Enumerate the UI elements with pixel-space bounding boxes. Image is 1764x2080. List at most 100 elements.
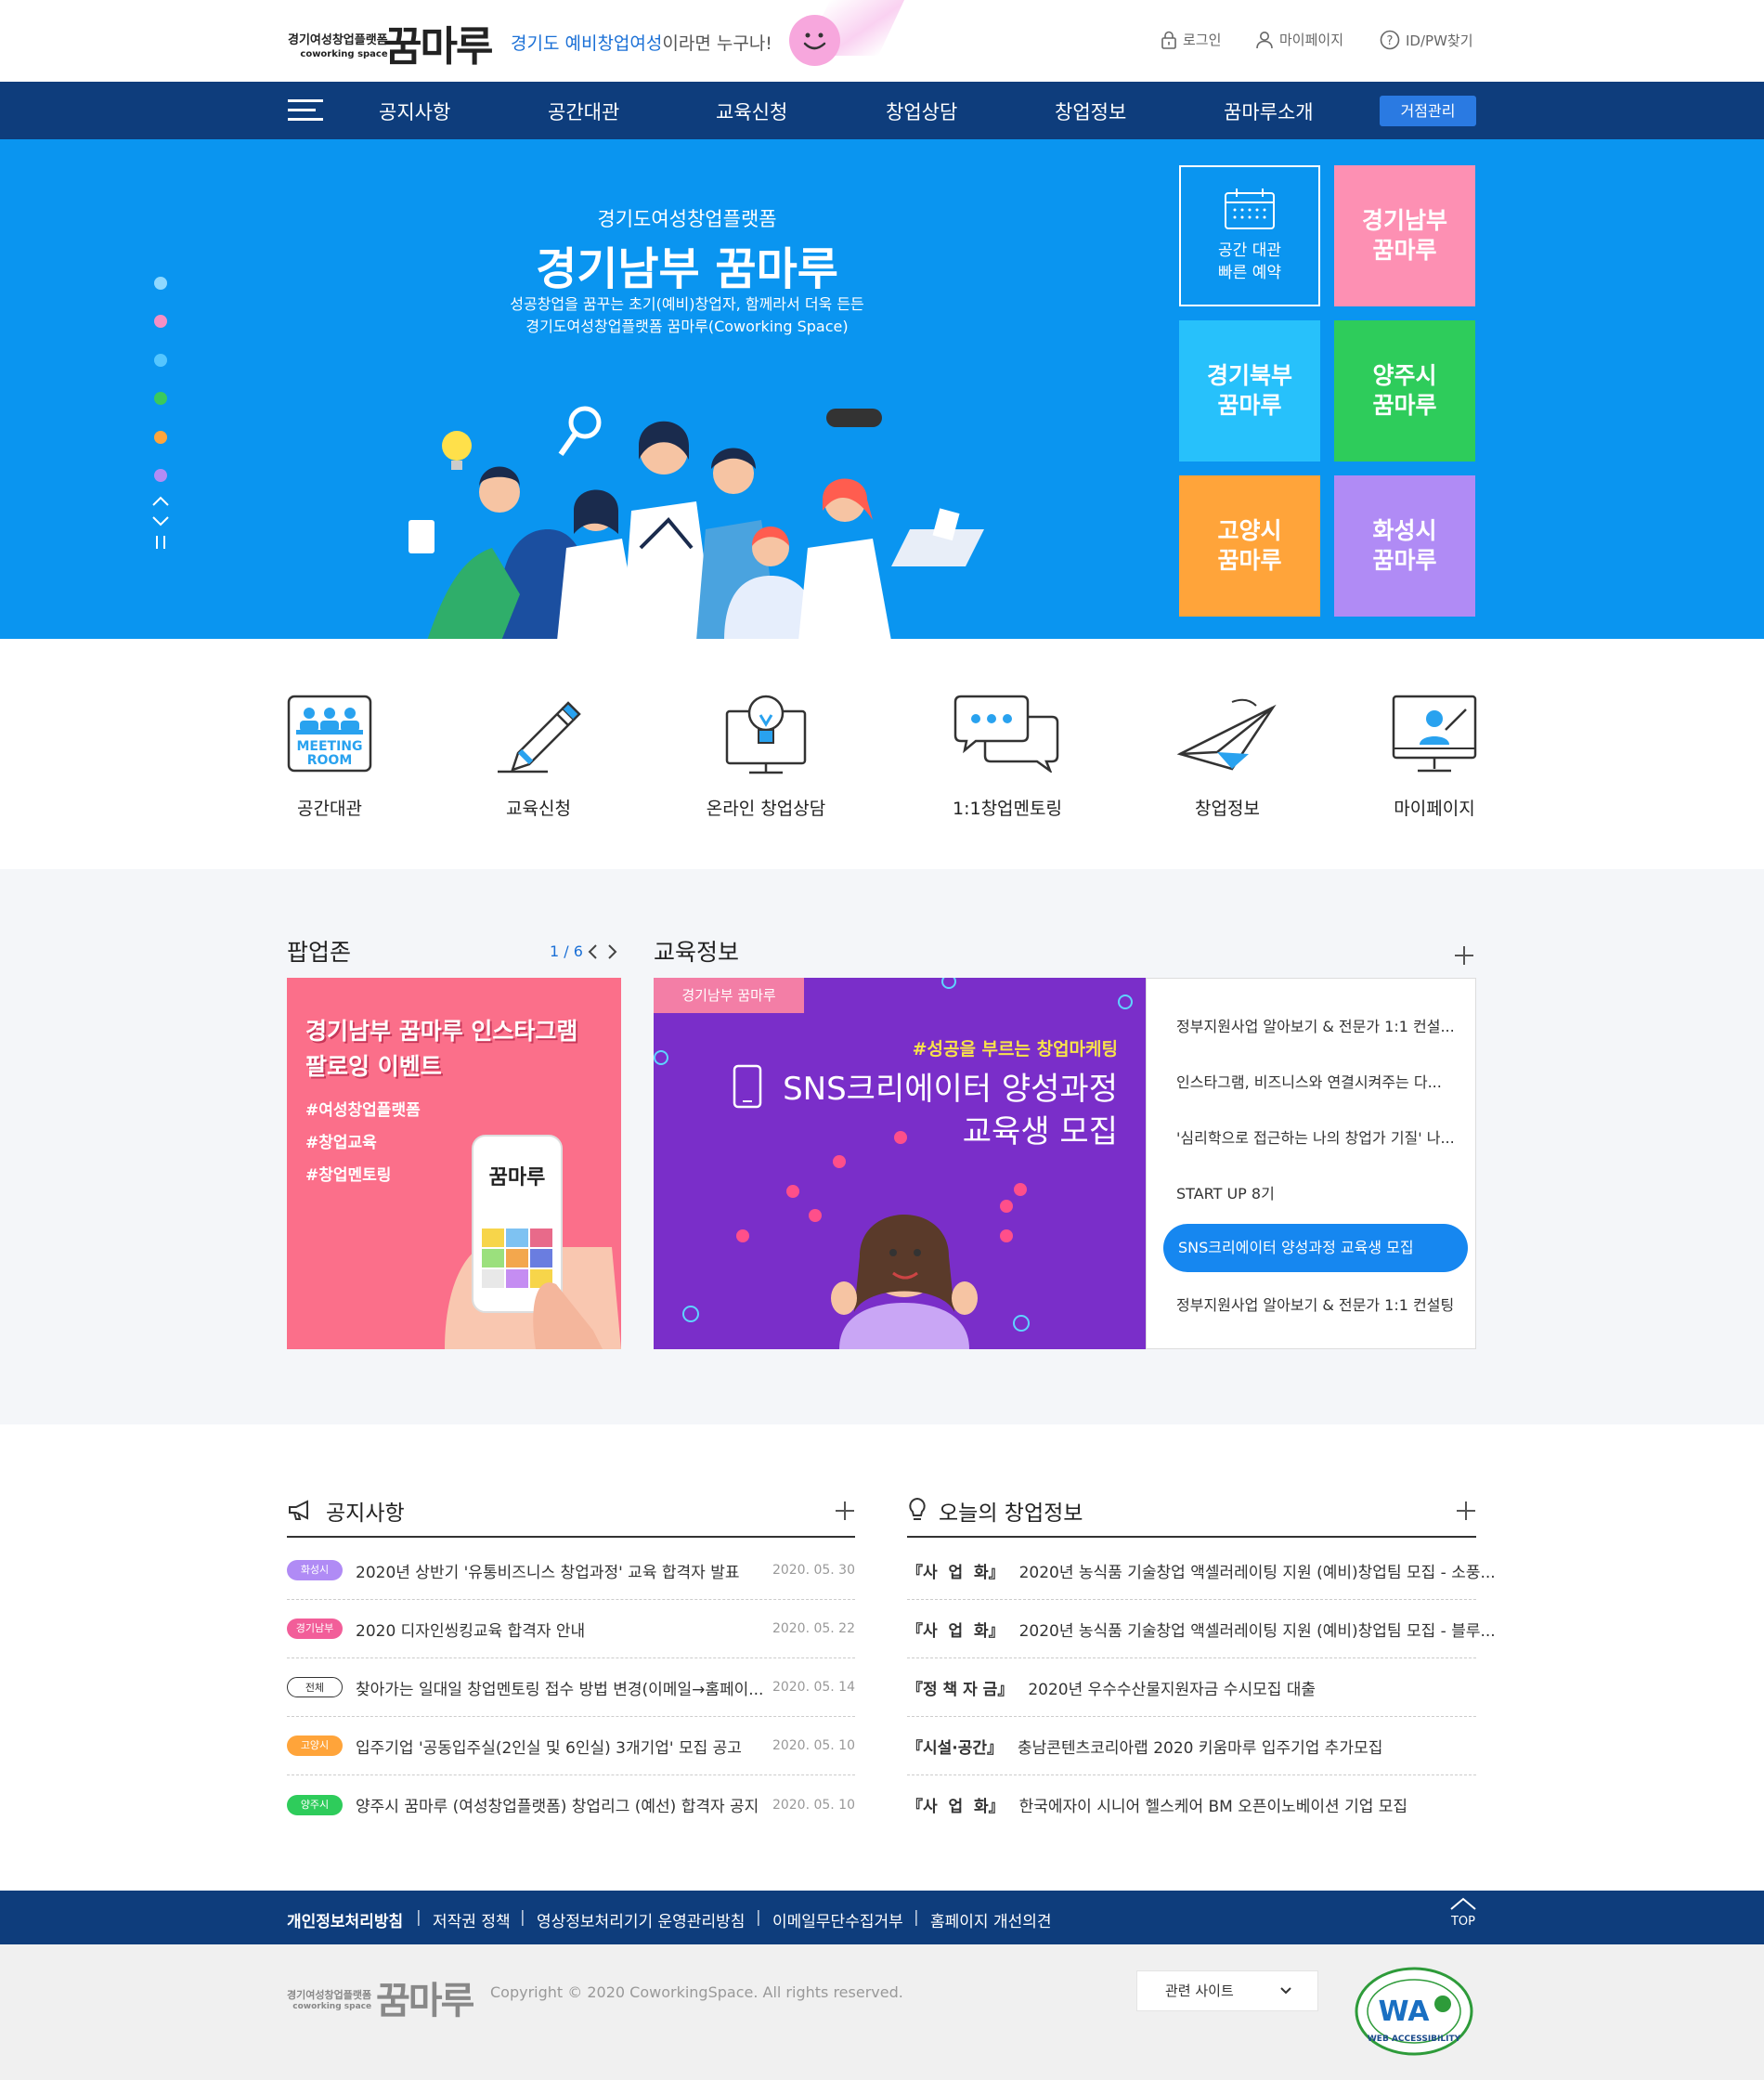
nav-item-education[interactable]: 교육신청 xyxy=(716,98,787,125)
svg-text:WA: WA xyxy=(1379,1996,1431,2028)
quick-link-space-rental[interactable]: MEETING ROOM 공간대관 xyxy=(237,689,422,820)
startup-info-row[interactable]: 『사 업 화』 2020년 농식품 기술창업 액셀러레이팅 지원 (예비)창업팀 … xyxy=(907,1541,1496,1600)
related-sites-label: 관련 사이트 xyxy=(1165,1982,1234,1999)
svg-text:MEETING: MEETING xyxy=(296,739,362,754)
person-icon xyxy=(1256,31,1273,48)
quick-link-online-consulting[interactable]: 온라인 창업상담 xyxy=(673,689,859,820)
calendar-icon xyxy=(1225,188,1275,229)
login-link[interactable]: 로그인 xyxy=(1161,30,1221,49)
chevron-right-icon[interactable] xyxy=(605,943,618,960)
footer-link-cctv[interactable]: 영상정보처리기기 운영관리방침 xyxy=(537,1908,745,1931)
footer-logo: 꿈마루 xyxy=(376,1979,474,2022)
quick-link-label: 창업정보 xyxy=(1195,799,1260,819)
web-accessibility-mark: WA WEB ACCESSIBILITY xyxy=(1355,1967,1473,2056)
tile-hwaseong[interactable]: 화성시꿈마루 xyxy=(1334,475,1475,617)
notice-row[interactable]: 고양시 입주기업 '공동입주실(2인실 및 6인실) 3개기업' 모집 공고 202… xyxy=(287,1717,855,1775)
notice-title: 양주시 꿈마루 (여성창업플랫폼) 창업리그 (예선) 합격자 공지 xyxy=(356,1798,759,1816)
startup-category: 『정 책 자 금』 xyxy=(907,1680,1014,1699)
nav-item-consulting[interactable]: 창업상담 xyxy=(886,98,957,125)
startup-info-header: 오늘의 창업정보 xyxy=(907,1493,1476,1538)
education-list-item-active[interactable]: SNS크리에이터 양성과정 교육생 모집 xyxy=(1163,1224,1468,1272)
hero-description-line1: 성공창업을 꿈꾸는 초기(예비)창업자, 함께라서 더욱 든든 xyxy=(510,295,864,313)
notice-row[interactable]: 양주시 양주시 꿈마루 (여성창업플랫폼) 창업리그 (예선) 합격자 공지 202… xyxy=(287,1775,855,1834)
mypage-link[interactable]: 마이페이지 xyxy=(1255,30,1343,49)
tile-label-line2: 빠른 예약 xyxy=(1218,264,1281,282)
logo[interactable]: 꿈마루 xyxy=(384,13,493,72)
startup-info-row[interactable]: 『사 업 화』 2020년 농식품 기술창업 액셀러레이팅 지원 (예비)창업팀 … xyxy=(907,1600,1496,1658)
related-sites-select[interactable]: 관련 사이트 xyxy=(1136,1970,1318,2011)
plus-icon[interactable] xyxy=(1454,945,1474,966)
education-list-item[interactable]: 인스타그램, 비즈니스와 연결시켜주는 다... xyxy=(1176,1070,1442,1092)
tile-gyeonggi-south[interactable]: 경기남부 꿈마루 xyxy=(1334,165,1475,306)
chevron-left-icon[interactable] xyxy=(587,943,600,960)
menu-icon[interactable] xyxy=(288,99,323,122)
chevron-down-icon[interactable] xyxy=(151,514,170,527)
startup-info-row[interactable]: 『시설·공간』 충남콘텐츠코리아랩 2020 키움마루 입주기업 추가모집 xyxy=(907,1717,1476,1775)
category-badge: 경기남부 xyxy=(287,1618,343,1639)
chat-bubbles-icon xyxy=(953,695,1059,773)
education-list-item[interactable]: 정부지원사업 알아보기 & 전문가 1:1 컨설팅 xyxy=(1176,1293,1454,1315)
notice-title: 2020년 상반기 '유통비즈니스 창업과정' 교육 합격자 발표 xyxy=(356,1563,740,1582)
quick-link-education[interactable]: 교육신청 xyxy=(446,689,631,820)
footer-link-copyright[interactable]: 저작권 정책 xyxy=(433,1908,511,1931)
education-list-item[interactable]: START UP 8기 xyxy=(1176,1181,1275,1203)
plus-icon[interactable] xyxy=(1456,1501,1476,1521)
category-badge: 양주시 xyxy=(287,1794,343,1815)
tile-label-line1: 고양시 xyxy=(1217,517,1282,544)
tile-label-line1: 양주시 xyxy=(1372,362,1437,389)
logo-subtitle-line1: 경기여성창업플랫폼 xyxy=(288,33,388,47)
slide-dot-6[interactable] xyxy=(154,469,167,482)
startup-category: 『사 업 화』 xyxy=(907,1563,1005,1582)
popup-banner-tags: #여성창업플랫폼 #창업교육 #창업멘토링 xyxy=(305,1095,421,1192)
tile-gyeonggi-north[interactable]: 경기북부 꿈마루 xyxy=(1179,320,1320,462)
slide-dot-5[interactable] xyxy=(154,431,167,444)
nav-item-space-rental[interactable]: 공간대관 xyxy=(548,98,619,125)
education-info-title: 교육정보 xyxy=(654,939,740,966)
pause-icon[interactable] xyxy=(154,535,167,550)
slide-dot-4[interactable] xyxy=(154,392,167,405)
tile-label-line1: 화성시 xyxy=(1372,517,1437,544)
footer-link-privacy[interactable]: 개인정보처리방침 xyxy=(287,1908,403,1931)
slide-dot-2[interactable] xyxy=(154,315,167,328)
quick-link-mypage[interactable]: 마이페이지 xyxy=(1342,689,1527,820)
slide-dot-3[interactable] xyxy=(154,354,167,367)
footer-link-email[interactable]: 이메일무단수집거부 xyxy=(772,1908,903,1931)
slide-dot-1[interactable] xyxy=(154,277,167,290)
education-list-item[interactable]: '심리학으로 접근하는 나의 창업가 기질' 나... xyxy=(1176,1125,1455,1148)
category-badge: 전체 xyxy=(287,1677,343,1697)
popup-banner[interactable]: 경기남부 꿈마루 인스타그램 팔로잉 이벤트 #여성창업플랫폼 #창업교육 #창… xyxy=(287,978,621,1349)
chevron-up-icon[interactable] xyxy=(151,494,170,507)
hero-description: 성공창업을 꿈꾸는 초기(예비)창업자, 함께라서 더욱 든든 경기도여성창업플… xyxy=(464,293,910,338)
find-id-pw-link[interactable]: ? ID/PW찾기 xyxy=(1380,30,1473,50)
smiley-icon xyxy=(789,15,840,66)
education-list-item[interactable]: 정부지원사업 알아보기 & 전문가 1:1 컨설... xyxy=(1176,1014,1455,1036)
quick-reservation-tile[interactable]: 공간 대관 빠른 예약 xyxy=(1179,165,1320,306)
category-badge: 화성시 xyxy=(287,1560,343,1580)
nav-item-startup-info[interactable]: 창업정보 xyxy=(1055,98,1126,125)
logo-subtitle-line2: coworking space xyxy=(300,49,388,59)
plus-icon[interactable] xyxy=(835,1501,855,1521)
tile-goyang[interactable]: 고양시 꿈마루 xyxy=(1179,475,1320,617)
quick-link-mentoring[interactable]: 1:1창업멘토링 xyxy=(914,689,1100,820)
footer-link-feedback[interactable]: 홈페이지 개선의견 xyxy=(930,1908,1052,1931)
notice-row[interactable]: 화성시 2020년 상반기 '유통비즈니스 창업과정' 교육 합격자 발표 2020… xyxy=(287,1541,855,1600)
tile-label-line2: 꿈마루 xyxy=(1372,547,1437,574)
footer-separator: | xyxy=(520,1908,525,1927)
footer-links-bar: 개인정보처리방침 | 저작권 정책 | 영상정보처리기기 운영관리방침 | 이메… xyxy=(0,1891,1764,1944)
top-button[interactable]: TOP xyxy=(1448,1896,1478,1929)
startup-category: 『시설·공간』 xyxy=(907,1738,1004,1758)
quick-link-startup-info[interactable]: 창업정보 xyxy=(1135,689,1320,820)
quick-link-label: 마이페이지 xyxy=(1394,799,1475,819)
notice-row[interactable]: 경기남부 2020 디자인씽킹교육 합격자 안내 2020. 05. 22 xyxy=(287,1600,855,1658)
notice-row[interactable]: 전체 찾아가는 일대일 창업멘토링 접수 방법 변경(이메일→홈페이... 2020… xyxy=(287,1658,855,1717)
tile-yangju[interactable]: 양주시 꿈마루 xyxy=(1334,320,1475,462)
branch-management-button[interactable]: 거점관리 xyxy=(1380,96,1476,126)
startup-info-row[interactable]: 『정 책 자 금』 2020년 우수수산물지원자금 수시모집 대출 xyxy=(907,1658,1476,1717)
education-banner[interactable]: 경기남부 꿈마루 #성공을 부르는 창업마케팅 SNS크리에이터 양성과정 교육… xyxy=(654,978,1146,1349)
tile-label-line2: 꿈마루 xyxy=(1372,237,1437,264)
logo-subtitle[interactable]: 경기여성창업플랫폼 coworking space xyxy=(288,33,388,61)
nav-item-notice[interactable]: 공지사항 xyxy=(379,98,450,125)
startup-info-row[interactable]: 『사 업 화』 한국에자이 시니어 헬스케어 BM 오픈이노베이션 기업 모집 xyxy=(907,1775,1476,1834)
nav-item-about[interactable]: 꿈마루소개 xyxy=(1224,98,1314,125)
startup-info-title: 2020년 농식품 기술창업 액셀러레이팅 지원 (예비)창업팀 모집 - 블루… xyxy=(1018,1621,1496,1641)
